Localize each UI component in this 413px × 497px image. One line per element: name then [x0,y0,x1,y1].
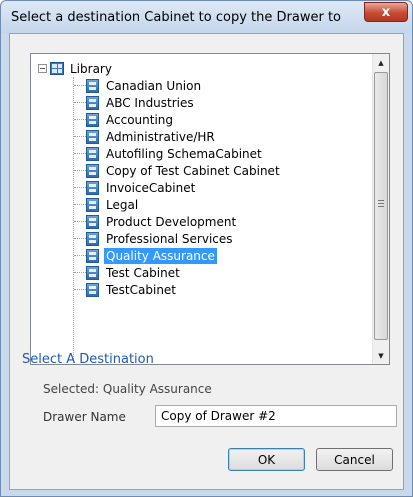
tree-node-label: TestCabinet [106,282,177,297]
tree-node-cabinet[interactable]: Administrative/HR [86,128,217,145]
tree-node-label: Accounting [106,112,174,127]
tree-node-label: InvoiceCabinet [106,180,196,195]
drawer-name-label: Drawer Name [43,410,126,424]
destination-heading: Select A Destination [22,352,154,367]
tree-node-label: Library [70,61,112,76]
cabinet-icon [86,180,99,195]
cabinet-icon [86,95,99,110]
grip-icon [378,200,384,207]
tree-node-library[interactable]: − Library [38,60,114,77]
drawer-name-field[interactable] [155,405,397,427]
tree-node-cabinet[interactable]: Professional Services [86,230,235,247]
tree-node-label: Legal [106,197,139,212]
tree-node-cabinet[interactable]: InvoiceCabinet [86,179,197,196]
tree-node-label: Product Development [106,214,237,229]
title-bar[interactable]: Select a destination Cabinet to copy the… [1,1,412,33]
ok-button[interactable]: OK [228,448,305,471]
tree-branch-line [74,238,86,239]
tree-branch-line [74,119,86,120]
tree-node-label: Professional Services [106,231,233,246]
tree-node-cabinet[interactable]: Legal [86,196,140,213]
tree-node-label: Administrative/HR [106,129,215,144]
tree-node-cabinet[interactable]: Copy of Test Cabinet Cabinet [86,162,282,179]
cabinet-icon [86,282,99,297]
tree-branch-line [74,272,86,273]
tree-branch-line [74,289,86,290]
tree-scrollbar[interactable]: ▲ ▼ [372,54,389,364]
cabinet-icon [86,197,99,212]
tree-node-cabinet[interactable]: ABC Industries [86,94,196,111]
tree-branch-line [74,170,86,171]
tree-branch-line [74,136,86,137]
cancel-button[interactable]: Cancel [316,448,393,471]
library-icon [50,62,64,75]
tree-branch-line [74,255,86,256]
dialog-window: Select a destination Cabinet to copy the… [0,0,413,497]
scroll-up-icon[interactable]: ▲ [373,54,389,71]
tree-node-cabinet[interactable]: Test Cabinet [86,264,182,281]
cabinet-icon [86,163,99,178]
tree-node-label: Copy of Test Cabinet Cabinet [106,163,280,178]
cabinet-icon [86,78,99,93]
tree-node-cabinet[interactable]: TestCabinet [86,281,178,298]
scroll-down-icon[interactable]: ▼ [373,347,389,364]
tree-node-label: ABC Industries [106,95,194,110]
cabinet-icon [86,129,99,144]
tree-branch-line [74,221,86,222]
cabinet-icon [86,248,99,263]
cabinet-icon [86,112,99,127]
tree-node-label: Quality Assurance [104,247,217,264]
dialog-body: − Library Canadian Union ABC Industries Ac… [9,33,404,490]
tree-node-cabinet[interactable]: Canadian Union [86,77,203,94]
scrollbar-thumb[interactable] [374,72,388,340]
cabinet-icon [86,214,99,229]
tree-node-cabinet[interactable]: Autofiling SchemaCabinet [86,145,264,162]
tree-branch-line [74,153,86,154]
collapse-icon[interactable]: − [38,64,47,73]
tree-branch-line [74,85,86,86]
tree-node-label: Autofiling SchemaCabinet [106,146,262,161]
cabinet-icon [86,265,99,280]
tree-branch-line [74,204,86,205]
tree-node-cabinet[interactable]: Quality Assurance [86,247,217,264]
cabinet-icon [86,146,99,161]
tree-node-cabinet[interactable]: Accounting [86,111,175,128]
cabinet-icon [86,231,99,246]
tree-branch-line [74,102,86,103]
close-button[interactable]: x [364,2,408,22]
tree-node-cabinet[interactable]: Product Development [86,213,238,230]
cabinet-tree[interactable]: − Library Canadian Union ABC Industries Ac… [30,53,390,365]
close-icon: x [381,4,391,20]
tree-node-label: Canadian Union [106,78,202,93]
selected-destination-text: Selected: Quality Assurance [43,382,212,396]
dialog-title: Select a destination Cabinet to copy the… [11,10,341,25]
tree-node-label: Test Cabinet [106,265,180,280]
tree-branch-line [74,187,86,188]
